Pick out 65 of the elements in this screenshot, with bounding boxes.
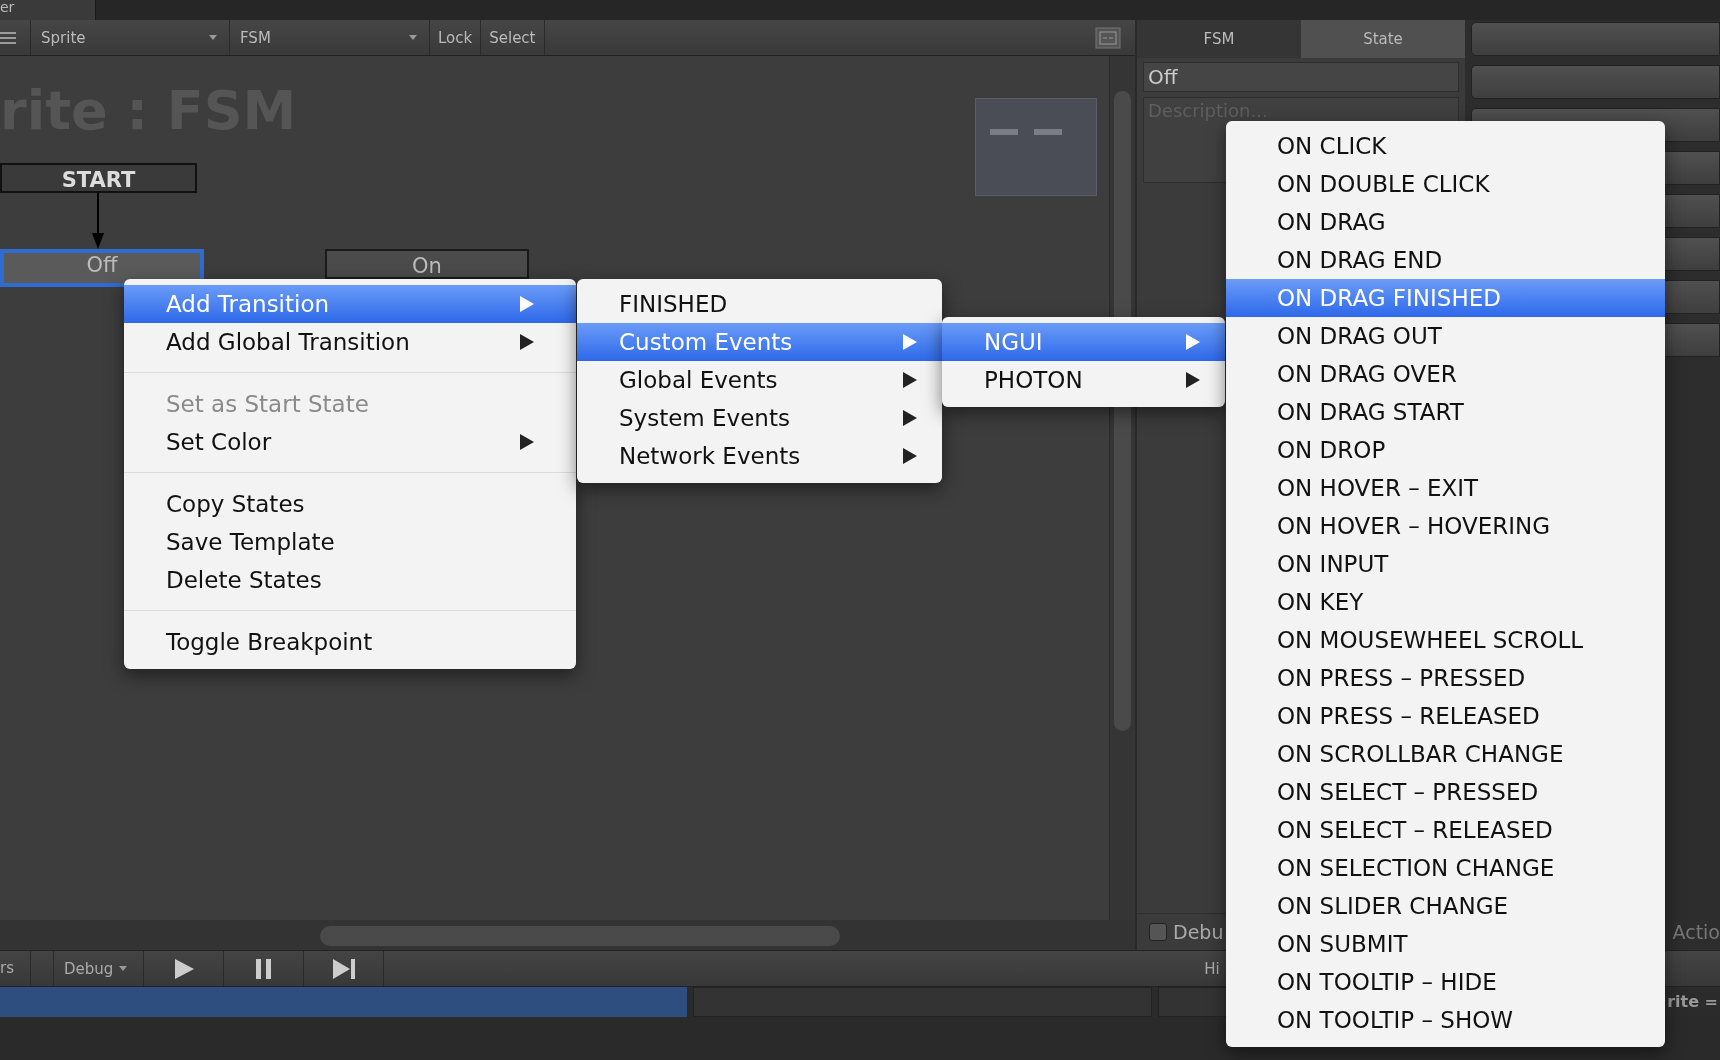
state-node[interactable]: On: [325, 249, 529, 279]
inspector-tab[interactable]: State: [1301, 20, 1465, 58]
panel-tab[interactable]: rs: [0, 951, 31, 986]
status-label: rite =: [1667, 991, 1719, 1013]
menu-item[interactable]: NGUI: [942, 323, 1225, 361]
menu-item[interactable]: Toggle Breakpoint: [124, 623, 576, 661]
debug-dropdown[interactable]: Debug: [53, 951, 145, 986]
menu-item[interactable]: ON TOOLTIP – SHOW: [1226, 1001, 1665, 1039]
state-node[interactable]: Off: [0, 249, 204, 287]
menu-item[interactable]: ON TOOLTIP – HIDE: [1226, 963, 1665, 1001]
horizontal-scrollbar[interactable]: [0, 920, 1135, 950]
menu-item[interactable]: ON HOVER – EXIT: [1226, 469, 1665, 507]
vertical-scrollbar[interactable]: [1109, 56, 1135, 920]
menu-item[interactable]: Network Events: [577, 437, 942, 475]
menu-item[interactable]: Delete States: [124, 561, 576, 599]
menu-item[interactable]: ON SELECTION CHANGE: [1226, 849, 1665, 887]
menu-icon[interactable]: [0, 31, 16, 44]
menu-item[interactable]: ON INPUT: [1226, 545, 1665, 583]
toolbar-button[interactable]: Select: [481, 20, 545, 55]
inspector-tab[interactable]: FSM: [1137, 20, 1301, 58]
menu-item[interactable]: ON DRAG: [1226, 203, 1665, 241]
menu-item[interactable]: ON SCROLLBAR CHANGE: [1226, 735, 1665, 773]
menu-item[interactable]: ON DRAG END: [1226, 241, 1665, 279]
menu-item[interactable]: ON PRESS – RELEASED: [1226, 697, 1665, 735]
menu-item[interactable]: ON DRAG OUT: [1226, 317, 1665, 355]
caret-icon: [209, 35, 217, 40]
menu-item[interactable]: ON DROP: [1226, 431, 1665, 469]
hint-label: Hi: [1204, 959, 1220, 978]
menu-item[interactable]: ON SELECT – PRESSED: [1226, 773, 1665, 811]
start-label: START: [0, 163, 197, 193]
toolbar-button[interactable]: Lock: [430, 20, 482, 55]
window-tab[interactable]: er: [0, 0, 96, 20]
caret-icon: [119, 966, 128, 971]
menu-item[interactable]: Copy States: [124, 485, 576, 523]
menu-item[interactable]: Add Transition: [124, 285, 576, 323]
menu-item[interactable]: ON MOUSEWHEEL SCROLL: [1226, 621, 1665, 659]
panel-button[interactable]: [1471, 22, 1720, 56]
menu-item[interactable]: ON DRAG FINISHED: [1226, 279, 1665, 317]
menu-item[interactable]: ON PRESS – PRESSED: [1226, 659, 1665, 697]
menu-item[interactable]: Set Color: [124, 423, 576, 461]
menu-item[interactable]: Global Events: [577, 361, 942, 399]
menu-item[interactable]: System Events: [577, 399, 942, 437]
window-icon[interactable]: [1095, 26, 1121, 49]
menu-item[interactable]: ON DRAG START: [1226, 393, 1665, 431]
menu-item[interactable]: Add Global Transition: [124, 323, 576, 361]
play-icon: [172, 957, 195, 980]
menu-item[interactable]: ON SELECT – RELEASED: [1226, 811, 1665, 849]
caret-icon: [409, 35, 417, 40]
debug-checkbox[interactable]: [1149, 923, 1167, 941]
menu-item[interactable]: ON HOVER – HOVERING: [1226, 507, 1665, 545]
menu-item[interactable]: Save Template: [124, 523, 576, 561]
step-icon: [331, 957, 356, 980]
menu-item[interactable]: Custom Events: [577, 323, 942, 361]
pause-icon: [254, 957, 273, 980]
state-name-field[interactable]: Off: [1143, 62, 1459, 92]
menu-item[interactable]: FINISHED: [577, 285, 942, 323]
debug-label: Debu: [1173, 921, 1224, 943]
menu-item[interactable]: ON KEY: [1226, 583, 1665, 621]
menu-item[interactable]: ON DRAG OVER: [1226, 355, 1665, 393]
transition-arrow: [91, 193, 105, 249]
menu-item[interactable]: ON SUBMIT: [1226, 925, 1665, 963]
gameobject-dropdown[interactable]: Sprite: [30, 20, 230, 55]
fsm-dropdown[interactable]: FSM: [230, 20, 430, 55]
menu-item[interactable]: ON SLIDER CHANGE: [1226, 887, 1665, 925]
actions-label: Actio: [1672, 920, 1720, 945]
